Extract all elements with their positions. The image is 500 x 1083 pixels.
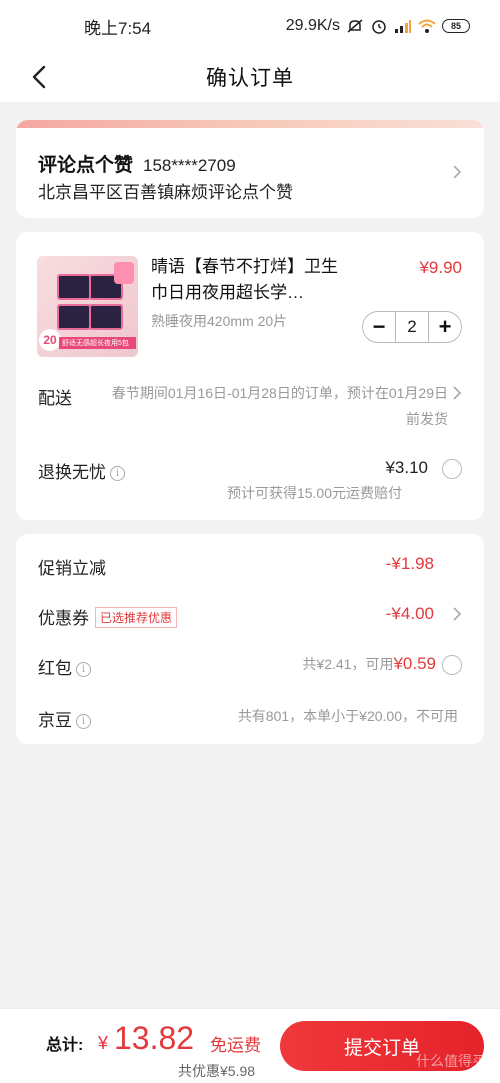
info-icon[interactable]: i <box>76 662 91 677</box>
page-title: 确认订单 <box>206 67 294 90</box>
status-bar: 晚上7:54 29.9K/s 85 <box>0 0 500 52</box>
info-icon[interactable]: i <box>76 714 91 729</box>
discount-card: 促销立减 -¥1.98 优惠券 已选推荐优惠 -¥4.00 红包 i 共¥2.41，… <box>16 534 484 744</box>
coupon-tag: 已选推荐优惠 <box>95 607 178 628</box>
jingdou-row-label: 京豆 i <box>38 706 91 731</box>
address-contact: 评论点个赞 158****2709 <box>38 150 236 177</box>
alarm-icon <box>370 18 388 34</box>
promo-discount-label: 促销立减 <box>38 559 106 578</box>
promo-discount-value: -¥1.98 <box>385 554 434 573</box>
product-price: ¥9.90 <box>419 258 462 277</box>
coupon-row-label[interactable]: 优惠券 已选推荐优惠 <box>38 604 178 629</box>
shipping-label: 配送 <box>38 389 72 408</box>
coupon-value[interactable]: -¥4.00 <box>386 604 434 624</box>
chevron-right-icon <box>452 606 462 622</box>
bottom-bar: 总计: ¥ 13.82 免运费 共优惠¥5.98 提交订单 什么值得买 <box>0 1008 500 1083</box>
returns-label: 退换无忧 <box>38 463 106 482</box>
product-card: 20 舒适无感超长夜用5包 晴语【春节不打烊】卫生巾日用夜用超长学… 熟睡夜用4… <box>16 232 484 520</box>
chevron-right-icon <box>452 385 462 401</box>
product-spec: 熟睡夜用420mm 20片 <box>151 313 288 329</box>
chevron-right-icon <box>452 164 462 180</box>
nav-bar: 确认订单 <box>0 52 500 102</box>
shipping-info[interactable]: 春节期间01月16日-01月28日的订单，预计在01月29日前发货 <box>108 380 448 432</box>
returns-subtext: 预计可获得15.00元运费赔付 <box>226 485 402 501</box>
jingdou-info: 共有801，本单小于¥20.00，不可用 <box>237 708 458 724</box>
info-icon[interactable]: i <box>110 466 125 481</box>
total-amount: 13.82 <box>114 1020 195 1056</box>
product-tag-graphic <box>114 262 134 284</box>
total-saved: 共优惠¥5.98 <box>178 1063 256 1079</box>
returns-radio[interactable] <box>442 459 462 479</box>
quantity-stepper: − 2 + <box>362 311 462 343</box>
back-arrow-icon[interactable] <box>26 62 54 92</box>
signal-icon <box>394 18 412 34</box>
decrease-button[interactable]: − <box>363 312 395 342</box>
recipient-phone: 158****2709 <box>143 156 236 175</box>
hongbao-available: ¥0.59 <box>393 654 436 673</box>
total-label: 总计: <box>46 1037 84 1054</box>
hongbao-row-label: 红包 i <box>38 654 91 679</box>
jingdou-label: 京豆 <box>38 711 72 730</box>
status-time: 晚上7:54 <box>84 18 152 38</box>
recipient-name: 评论点个赞 <box>38 155 134 176</box>
battery-icon: 85 <box>442 19 470 33</box>
product-image[interactable]: 20 舒适无感超长夜用5包 <box>37 256 138 357</box>
hongbao-label: 红包 <box>38 659 72 678</box>
product-title[interactable]: 晴语【春节不打烊】卫生巾日用夜用超长学… <box>151 254 341 306</box>
address-accent-bar <box>16 120 484 128</box>
network-speed: 29.9K/s <box>285 17 340 34</box>
wifi-icon <box>418 18 436 34</box>
status-icons: 29.9K/s 85 <box>286 17 470 35</box>
package-graphic <box>57 274 91 300</box>
returns-row: 退换无忧 i <box>38 458 125 483</box>
package-graphic <box>89 304 123 330</box>
package-graphic <box>57 304 91 330</box>
total-currency: ¥ <box>98 1033 109 1053</box>
hongbao-info: 共¥2.41，可用¥0.59 <box>302 654 436 674</box>
coupon-label: 优惠券 <box>38 609 89 628</box>
image-strip: 舒适无感超长夜用5包 <box>59 337 136 349</box>
watermark: 什么值得买 <box>416 1053 486 1069</box>
address-card[interactable]: 评论点个赞 158****2709 北京昌平区百善镇麻烦评论点个赞 <box>16 120 484 218</box>
quantity-value[interactable]: 2 <box>395 312 429 342</box>
hongbao-total: 共¥2.41，可用 <box>302 656 394 672</box>
free-shipping-label: 免运费 <box>210 1036 261 1055</box>
returns-price: ¥3.10 <box>385 458 428 477</box>
address-detail: 北京昌平区百善镇麻烦评论点个赞 <box>38 183 293 202</box>
hongbao-radio[interactable] <box>442 655 462 675</box>
image-badge: 20 <box>39 329 61 351</box>
mute-icon <box>346 18 364 34</box>
increase-button[interactable]: + <box>429 312 461 342</box>
